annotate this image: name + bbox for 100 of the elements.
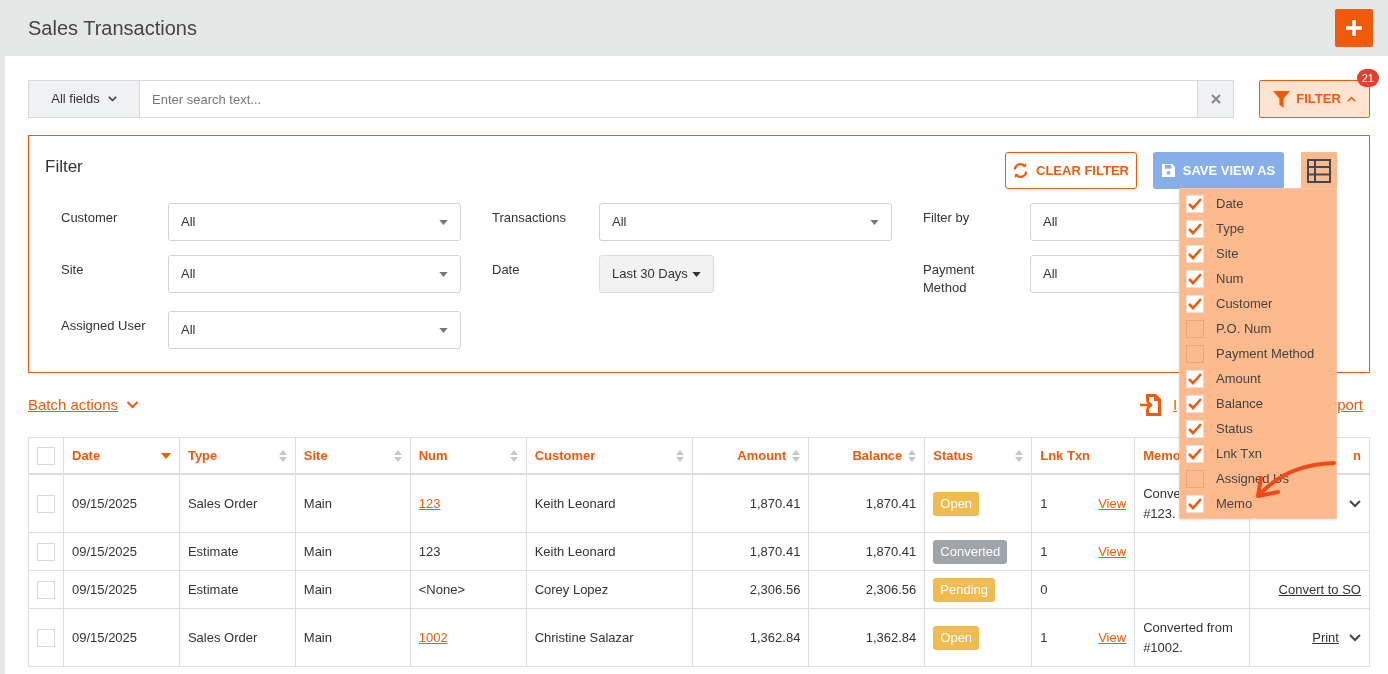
import-link[interactable]: I <box>1172 393 1178 417</box>
field-label: Payment Method <box>923 261 976 297</box>
checkbox[interactable] <box>1186 419 1204 438</box>
refresh-icon <box>1013 163 1029 178</box>
number-link[interactable]: 123 <box>418 493 441 514</box>
checkmark-icon <box>1188 197 1202 210</box>
amount-cell-text: 1,870.41 <box>749 494 801 513</box>
chevron-up-icon <box>1346 96 1356 102</box>
sort-icon[interactable] <box>1015 449 1024 462</box>
column-option[interactable]: Memo <box>1180 491 1336 516</box>
checkbox[interactable] <box>1186 244 1204 263</box>
checkmark-icon <box>1188 397 1202 410</box>
clear-search-button[interactable] <box>1197 80 1234 118</box>
action-link[interactable]: Convert to SO <box>1278 579 1361 600</box>
select-field[interactable]: All <box>168 311 461 349</box>
column-option[interactable]: Lnk Txn <box>1180 441 1336 466</box>
column-header: Customer <box>534 446 596 465</box>
chevron-icon <box>126 401 140 409</box>
customer-cell-text: Christine Salazar <box>534 628 634 647</box>
caret-icon <box>439 327 448 333</box>
column-header: n <box>1353 446 1361 465</box>
column-header: Date <box>72 446 101 465</box>
close-icon <box>1210 94 1221 104</box>
field-label: Assigned User <box>61 317 147 335</box>
column-option[interactable]: Balance <box>1180 391 1336 416</box>
status-badge: Open <box>933 491 980 516</box>
checkbox[interactable] <box>37 446 55 465</box>
checkbox[interactable] <box>1186 269 1204 288</box>
sort-icon[interactable] <box>908 449 917 462</box>
site-cell-text: Main <box>303 580 332 599</box>
column-header: Site <box>303 446 328 465</box>
memo-text: #123. <box>1143 504 1176 523</box>
panel-title: Filter <box>45 156 83 178</box>
checkbox[interactable] <box>1186 494 1204 513</box>
count-badge: 21 <box>1356 69 1379 87</box>
select-field[interactable]: All <box>599 203 892 241</box>
action-link[interactable]: Print <box>1312 627 1339 648</box>
checkmark-icon <box>1188 497 1202 510</box>
caret-icon <box>439 219 448 225</box>
field-label: Filter by <box>923 209 971 227</box>
checkbox[interactable] <box>1186 444 1204 463</box>
field-label: Site <box>61 261 85 279</box>
column-option[interactable]: Payment Method <box>1180 341 1336 366</box>
chevron-down-icon <box>1348 499 1361 508</box>
checkbox[interactable] <box>1186 394 1204 413</box>
date-cell-text: 09/15/2025 <box>72 628 138 647</box>
date-cell-text: 09/15/2025 <box>72 580 138 599</box>
checkbox[interactable] <box>1186 294 1204 313</box>
memo-text: #1002. <box>1143 638 1183 657</box>
column-option[interactable]: P.O. Num <box>1180 316 1336 341</box>
checkbox[interactable] <box>37 628 55 647</box>
sort-icon[interactable] <box>393 449 402 462</box>
export-link[interactable]: port <box>1337 393 1363 417</box>
column-option[interactable]: Status <box>1180 416 1336 441</box>
view-link[interactable]: View <box>1098 627 1127 648</box>
add-button[interactable] <box>1335 9 1373 47</box>
balance-cell-text: 2,306.56 <box>865 580 917 599</box>
field-label: Date <box>492 261 521 279</box>
amount-cell-text: 2,306.56 <box>749 580 801 599</box>
sort-icon[interactable] <box>792 449 801 462</box>
site-cell-text: Main <box>303 494 332 513</box>
sort-icon[interactable] <box>509 449 518 462</box>
status-badge: Converted <box>933 539 1008 564</box>
select-field[interactable]: All <box>168 255 461 293</box>
date-range-button[interactable]: Last 30 Days <box>599 255 714 293</box>
caret-icon <box>870 219 879 225</box>
view-link[interactable]: View <box>1098 493 1127 514</box>
search-field[interactable]: Enter search text... <box>140 80 1197 118</box>
site-cell-text: Main <box>303 628 332 647</box>
number-link[interactable]: 1002 <box>418 627 448 648</box>
checkbox[interactable] <box>37 580 55 599</box>
column-option[interactable]: Customer <box>1180 291 1336 316</box>
memo-text: Conve <box>1143 484 1181 503</box>
checkbox[interactable] <box>37 542 55 561</box>
checkmark-icon <box>1188 422 1202 435</box>
view-link[interactable]: View <box>1098 541 1127 562</box>
site-cell-text: Main <box>303 542 332 561</box>
column-option[interactable]: Amount <box>1180 366 1336 391</box>
customer-cell-text: Keith Leonard <box>534 542 616 561</box>
checkbox[interactable] <box>1186 194 1204 213</box>
sort-icon[interactable] <box>676 449 685 462</box>
sort-icon[interactable] <box>278 449 287 462</box>
select-field[interactable]: All <box>168 203 461 241</box>
column-header: Balance <box>852 446 903 465</box>
linked-count: 0 <box>1040 580 1048 599</box>
checkmark-icon <box>1188 297 1202 310</box>
column-chooser-button[interactable] <box>1301 152 1337 189</box>
checkmark-icon <box>1188 447 1202 460</box>
checkbox[interactable] <box>1186 219 1204 238</box>
date-cell-text: 09/15/2025 <box>72 494 138 513</box>
search-scope-dropdown[interactable]: All fields <box>28 80 140 118</box>
caret-icon <box>439 271 448 277</box>
column-header: Status <box>933 446 974 465</box>
clear-filter-button[interactable]: CLEAR FILTER <box>1005 152 1137 189</box>
sort-down-icon[interactable] <box>160 452 171 459</box>
plus-icon <box>1345 19 1363 37</box>
batch-actions-link[interactable]: Batch actions <box>28 393 140 417</box>
chevron-icon <box>107 96 117 102</box>
checkbox[interactable] <box>37 494 55 513</box>
checkbox[interactable] <box>1186 369 1204 388</box>
